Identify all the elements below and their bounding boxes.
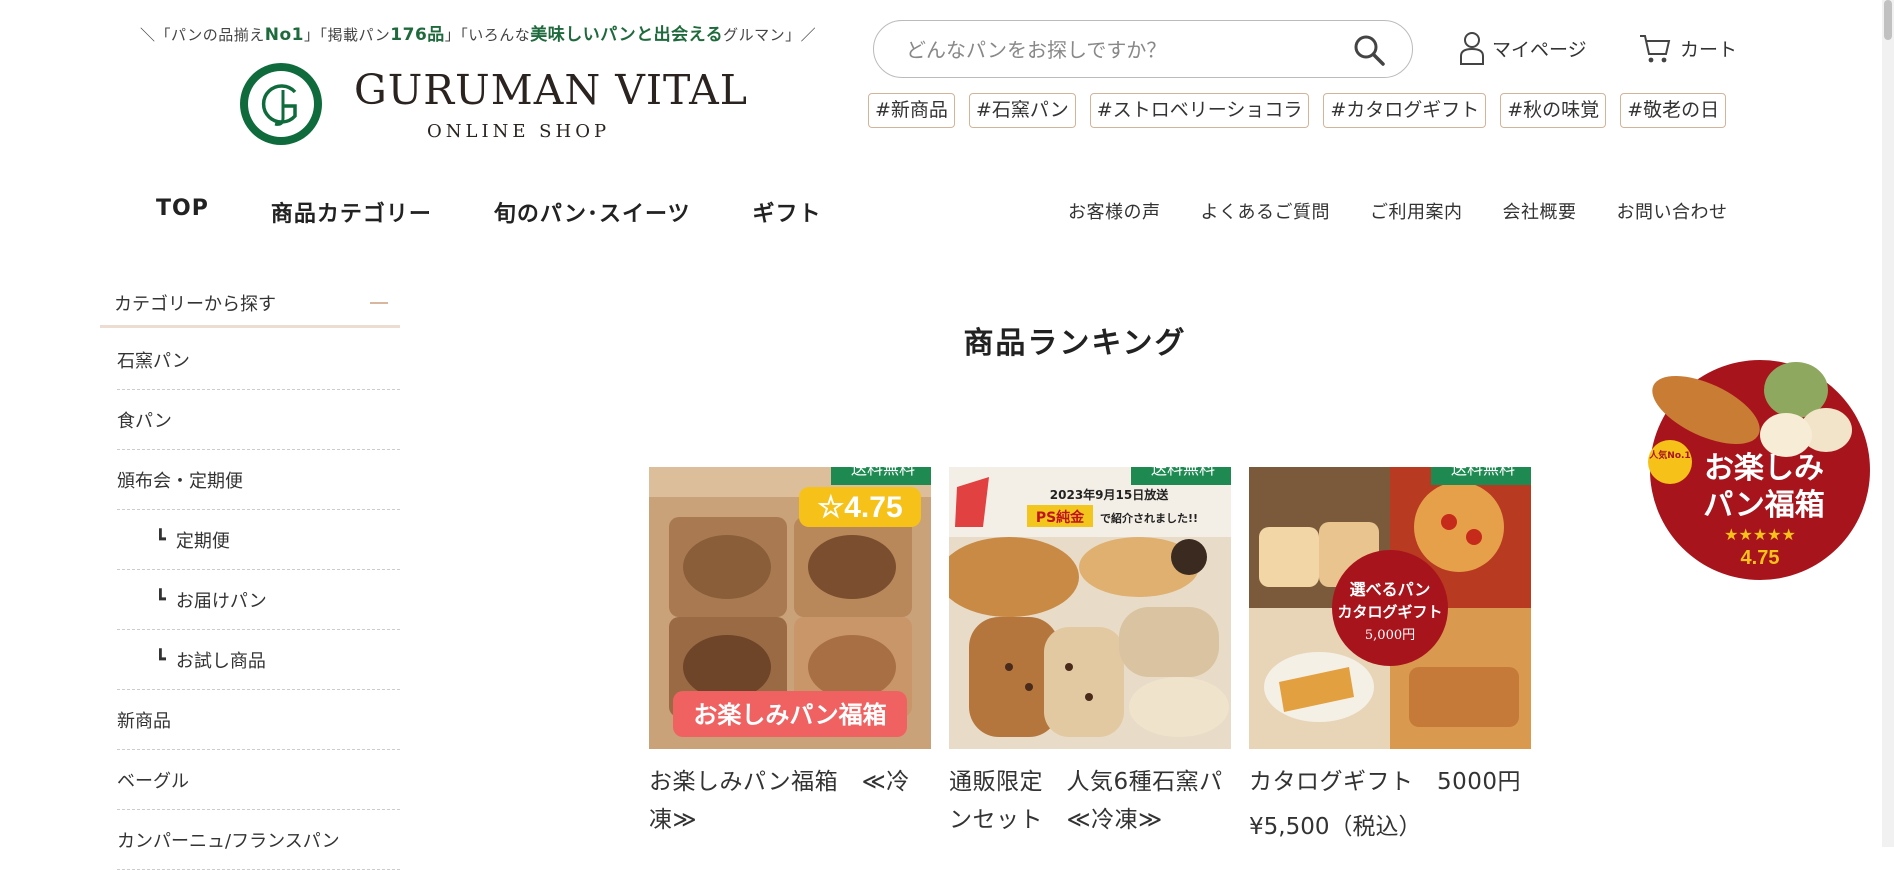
tagline-text: 」「いろんな xyxy=(444,26,531,44)
user-icon xyxy=(1460,32,1484,65)
free-shipping-badge: 送料無料 xyxy=(1430,467,1531,485)
search-icon[interactable] xyxy=(1352,33,1386,67)
banner-rating: 4.75 xyxy=(1741,547,1780,569)
product-name[interactable]: お楽しみパン福箱 ≪冷凍≫ xyxy=(649,763,931,839)
category-label: お試し商品 xyxy=(175,650,266,672)
category-label: ベーグル xyxy=(117,770,189,792)
nav-seasonal[interactable]: 旬のパン･スイーツ xyxy=(494,196,691,228)
tag-link[interactable]: #敬老の日 xyxy=(1620,93,1727,128)
sub-nav: お客様の声 よくあるご質問 ご利用案内 会社概要 お問い合わせ xyxy=(1068,198,1728,224)
category-item[interactable]: 頒布会・定期便 xyxy=(117,450,400,510)
subcategory-item[interactable]: ┗ 定期便 xyxy=(117,510,400,570)
search-box xyxy=(873,20,1413,78)
category-label: お届けパン xyxy=(175,590,267,612)
logo-mark[interactable] xyxy=(237,60,325,148)
tag-link[interactable]: #新商品 xyxy=(868,93,955,128)
page-scrollbar[interactable] xyxy=(1882,0,1894,847)
category-label: 新商品 xyxy=(117,710,171,732)
product-card[interactable]: 送料無料 選べるパン カタログギフト 5,000円 カタログギフト 5000円 … xyxy=(1249,467,1531,841)
product-image[interactable]: 送料無料 ☆4.75 お楽しみパン福箱 xyxy=(649,467,931,749)
tagline-highlight: 美味しいパンと出会える xyxy=(530,25,724,45)
cart-icon xyxy=(1640,35,1671,63)
product-image[interactable]: 送料無料 選べるパン カタログギフト 5,000円 xyxy=(1249,467,1531,749)
rating-text: ☆4.75 xyxy=(817,491,902,524)
floating-promo-banner[interactable]: 人気No.1 お楽しみ パン福箱 ★★★★★ 4.75 xyxy=(1646,350,1874,580)
mypage-label: マイページ xyxy=(1492,38,1587,61)
product-price: ¥5,500（税込） xyxy=(1249,814,1422,840)
tag-link[interactable]: #ストロベリーショコラ xyxy=(1089,93,1310,128)
banner-stars: ★★★★★ xyxy=(1724,525,1796,544)
subcategory-item[interactable]: ┗ お届けパン xyxy=(117,570,400,630)
nav-guide[interactable]: ご利用案内 xyxy=(1370,198,1463,224)
ranking-title: 商品ランキング xyxy=(963,326,1187,361)
tag-link[interactable]: #カタログギフト xyxy=(1323,93,1487,128)
cart-label: カート xyxy=(1680,38,1738,61)
free-shipping-badge: 送料無料 xyxy=(1130,467,1231,485)
product-name[interactable]: 通販限定 人気6種石窯パンセット ≪冷凍≫ xyxy=(949,763,1231,839)
bread-assortment-photo: 2023年9月15日放送 PS純金 で紹介されました!! xyxy=(949,467,1231,749)
tagline-highlight: No1 xyxy=(264,25,305,45)
product-image[interactable]: 送料無料 2023年9月15日放送 PS純金 で紹介されました!! xyxy=(949,467,1231,749)
nav-categories[interactable]: 商品カテゴリー xyxy=(271,196,432,228)
category-accordion-header[interactable]: カテゴリーから探す xyxy=(100,280,400,328)
category-item[interactable]: カンパーニュ/フランスパン xyxy=(117,810,400,870)
scrollbar-thumb[interactable] xyxy=(1884,0,1892,40)
indent-icon: ┗ xyxy=(155,529,166,550)
category-label: カンパーニュ/フランスパン xyxy=(117,830,340,852)
category-item[interactable]: 食パン xyxy=(117,390,400,450)
banner-line2: パン福箱 xyxy=(1703,488,1825,523)
nav-gift[interactable]: ギフト xyxy=(753,196,822,228)
collapse-icon[interactable] xyxy=(370,301,388,304)
free-shipping-badge: 送料無料 xyxy=(830,467,931,485)
search-input[interactable] xyxy=(904,33,1328,67)
image-line: カタログギフト xyxy=(1337,603,1442,621)
category-item[interactable]: 新商品 xyxy=(117,690,400,750)
tag-link[interactable]: #石窯パン xyxy=(968,93,1076,128)
featured-note: で紹介されました!! xyxy=(1100,511,1198,525)
tagline-text: ＼「パンの品揃え xyxy=(140,26,265,44)
main-nav: TOP 商品カテゴリー 旬のパン･スイーツ ギフト xyxy=(156,196,822,228)
nav-faq[interactable]: よくあるご質問 xyxy=(1201,198,1331,224)
tag-link[interactable]: #秋の味覚 xyxy=(1500,93,1607,128)
image-caption: お楽しみパン福箱 xyxy=(693,701,886,729)
category-list: 石窯パン 食パン 頒布会・定期便 ┗ 定期便 ┗ お届けパン ┗ お試し商品 新商品 … xyxy=(117,330,400,870)
broadcast-date: 2023年9月15日放送 xyxy=(1050,487,1169,502)
indent-icon: ┗ xyxy=(155,649,166,670)
banner-rank-badge: 人気No.1 xyxy=(1648,449,1690,461)
category-label: 定期便 xyxy=(175,530,230,552)
nav-contact[interactable]: お問い合わせ xyxy=(1617,198,1728,224)
bread-box-photo: ☆4.75 お楽しみパン福箱 xyxy=(649,467,931,749)
tagline-highlight: 176品 xyxy=(390,25,445,45)
popular-tags: #新商品 #石窯パン #ストロベリーショコラ #カタログギフト #秋の味覚 #敬… xyxy=(868,93,1727,128)
indent-icon: ┗ xyxy=(155,589,166,610)
program-name: PS純金 xyxy=(1036,509,1085,526)
tagline-text: グルマン」／ xyxy=(723,26,817,44)
category-heading: カテゴリーから探す xyxy=(114,293,276,315)
subcategory-item[interactable]: ┗ お試し商品 xyxy=(117,630,400,690)
nav-reviews[interactable]: お客様の声 xyxy=(1068,198,1161,224)
logo-wordmark[interactable]: GURUMAN VITAL xyxy=(354,66,748,114)
image-line: 選べるパン xyxy=(1350,580,1431,599)
mypage-link[interactable]: マイページ xyxy=(1458,30,1587,66)
product-name[interactable]: カタログギフト 5000円 xyxy=(1249,763,1531,801)
logo-subtitle: ONLINE SHOP xyxy=(427,121,611,142)
header-tagline: ＼「パンの品揃えNo1」「掲載パン176品」「いろんな美味しいパンと出会えるグル… xyxy=(140,20,816,45)
nav-top[interactable]: TOP xyxy=(156,196,209,228)
product-card[interactable]: 送料無料 ☆4.75 お楽しみパン福箱 お楽しみパン福箱 ≪冷凍≫ xyxy=(649,467,931,839)
cart-link[interactable]: カート xyxy=(1638,30,1737,66)
banner-line1: お楽しみ xyxy=(1704,451,1824,486)
category-item[interactable]: 石窯パン xyxy=(117,330,400,390)
catalog-gift-photo: 選べるパン カタログギフト 5,000円 xyxy=(1249,467,1531,749)
category-label: 食パン xyxy=(117,410,172,432)
category-label: 石窯パン xyxy=(117,350,190,372)
category-item[interactable]: ベーグル xyxy=(117,750,400,810)
nav-company[interactable]: 会社概要 xyxy=(1503,198,1577,224)
category-label: 頒布会・定期便 xyxy=(117,470,243,492)
tagline-text: 」「掲載パン xyxy=(304,26,391,44)
product-card[interactable]: 送料無料 2023年9月15日放送 PS純金 で紹介されました!! 通販限定 人… xyxy=(949,467,1231,839)
image-line: 5,000円 xyxy=(1365,628,1415,643)
